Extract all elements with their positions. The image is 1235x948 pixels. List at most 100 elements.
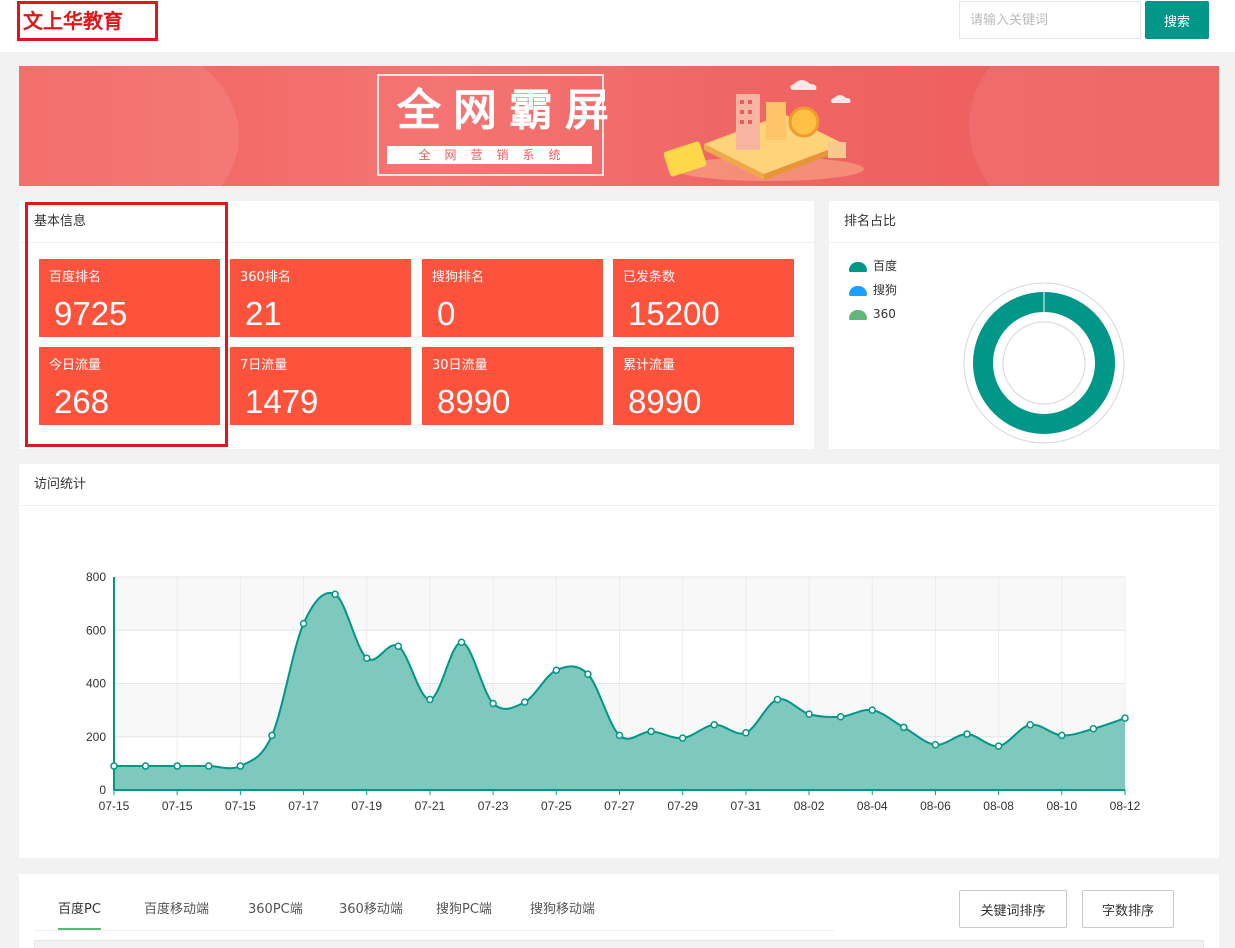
- sort-by-keyword-button[interactable]: 关键词排序: [959, 890, 1067, 928]
- legend-item-sogou[interactable]: 搜狗: [849, 282, 897, 298]
- chart-data-point: [710, 721, 719, 729]
- chart-data-point: [742, 729, 750, 737]
- chart-x-tick-label: 07-29: [667, 799, 698, 813]
- chart-data-point: [331, 590, 339, 599]
- stat-label: 30日流量: [432, 358, 488, 373]
- tab-360-pc[interactable]: 360PC端: [248, 900, 303, 930]
- chart-y-tick-label: 0: [99, 783, 106, 797]
- keyword-table-header: [34, 940, 1204, 948]
- ranking-share-card: 排名占比 百度 搜狗 360: [829, 201, 1219, 449]
- chart-data-point: [236, 762, 245, 770]
- chart-x-tick-label: 08-02: [794, 799, 825, 813]
- chart-x-tick-label: 08-08: [983, 799, 1014, 813]
- chart-data-point: [678, 734, 687, 742]
- chart-data-point: [994, 742, 1003, 750]
- legend-label: 搜狗: [873, 283, 898, 297]
- chart-data-point: [205, 762, 213, 770]
- chart-data-point: [1058, 731, 1066, 740]
- chart-x-tick-label: 07-19: [351, 799, 382, 813]
- highlight-annotation-box: [25, 202, 228, 447]
- tab-underline: [34, 930, 834, 931]
- chart-y-tick-label: 800: [86, 570, 106, 584]
- sort-by-length-button[interactable]: 字数排序: [1082, 890, 1174, 928]
- chart-x-tick-label: 07-23: [478, 799, 509, 813]
- promo-banner: 全网霸屏 全网营销系统: [19, 66, 1219, 186]
- stat-tile-7day-traffic: 7日流量 1479: [230, 347, 411, 425]
- chart-data-point: [141, 762, 150, 770]
- search-input[interactable]: [959, 1, 1141, 39]
- chart-data-point: [615, 731, 624, 740]
- banner-illustration: [663, 80, 864, 181]
- chart-data-point: [426, 695, 434, 704]
- chart-x-tick-label: 08-10: [1046, 799, 1077, 813]
- chart-data-point: [363, 654, 371, 662]
- chart-x-tick-label: 07-31: [731, 799, 762, 813]
- chart-data-point: [805, 710, 813, 718]
- chart-data-point: [900, 723, 908, 732]
- tab-sogou-pc[interactable]: 搜狗PC端: [436, 900, 492, 930]
- stat-value: 15200: [628, 295, 720, 332]
- chart-x-tick-label: 07-15: [99, 799, 130, 813]
- donut-inner-ring: [1002, 321, 1086, 405]
- top-bar: 文上华教育 搜索: [0, 0, 1235, 52]
- chart-data-point: [173, 762, 181, 770]
- tab-baidu-mobile[interactable]: 百度移动端: [144, 900, 209, 930]
- stat-tile-30day-traffic: 30日流量 8990: [422, 347, 603, 425]
- chart-data-point: [836, 713, 845, 721]
- visit-area-chart: 0 200 400 600 800 07-15 07-15 07-15 07-17 07-19 07…: [86, 570, 1141, 813]
- stat-tile-360-rank: 360排名 21: [230, 259, 411, 337]
- chart-data-point: [773, 695, 782, 704]
- search-button[interactable]: 搜索: [1145, 1, 1209, 39]
- ranking-share-title: 排名占比: [829, 201, 1219, 243]
- legend-swatch: [849, 309, 867, 320]
- legend-swatch: [849, 261, 867, 272]
- stat-tile-posts-sent: 已发条数 15200: [613, 259, 794, 337]
- tab-360-mobile[interactable]: 360移动端: [339, 900, 403, 930]
- site-logo[interactable]: 文上华教育: [17, 1, 158, 41]
- chart-data-point: [110, 762, 118, 770]
- chart-data-point: [931, 740, 940, 749]
- chart-data-point: [552, 666, 561, 674]
- stat-value: 1479: [245, 383, 319, 420]
- chart-data-point: [394, 642, 403, 650]
- banner-title-box: 全网霸屏 全网营销系统: [377, 74, 621, 176]
- chart-data-point: [520, 698, 529, 706]
- stat-tile-total-traffic: 累计流量 8990: [613, 347, 794, 425]
- stat-value: 0: [437, 295, 456, 332]
- chart-x-tick-label: 07-17: [288, 799, 319, 813]
- donut-chart: [963, 282, 1125, 444]
- legend-swatch: [849, 285, 867, 296]
- chart-x-tick-label: 08-06: [920, 799, 951, 813]
- chart-x-tick-label: 08-12: [1110, 799, 1141, 813]
- chart-data-point: [457, 638, 466, 646]
- chart-data-point: [1121, 714, 1129, 722]
- chart-data-point: [647, 727, 655, 736]
- chart-x-tick-label: 07-15: [162, 799, 193, 813]
- chart-data-point: [963, 730, 971, 738]
- legend-item-360[interactable]: 360: [849, 306, 896, 322]
- banner-title: 全网霸屏: [397, 85, 621, 136]
- chart-y-tick-label: 400: [86, 677, 106, 691]
- chart-x-tick-label: 07-21: [415, 799, 446, 813]
- legend-label: 百度: [873, 259, 898, 273]
- chart-data-point: [868, 706, 876, 714]
- legend-item-baidu[interactable]: 百度: [849, 258, 897, 274]
- chart-data-point: [584, 670, 592, 678]
- stat-tile-sogou-rank: 搜狗排名 0: [422, 259, 603, 337]
- stat-value: 21: [245, 295, 282, 332]
- tab-baidu-pc[interactable]: 百度PC: [58, 900, 101, 930]
- chart-y-tick-label: 600: [86, 623, 106, 637]
- stat-label: 已发条数: [623, 270, 676, 285]
- chart-data-point: [299, 619, 308, 628]
- chart-data-point: [268, 731, 276, 740]
- donut-slice-baidu[interactable]: [973, 292, 1115, 434]
- chart-x-tick-label: 07-25: [541, 799, 572, 813]
- tab-sogou-mobile[interactable]: 搜狗移动端: [530, 900, 595, 930]
- stat-value: 8990: [628, 383, 702, 420]
- banner-subtitle: 全网营销系统: [387, 146, 592, 164]
- chart-data-point: [489, 699, 497, 708]
- chart-x-tick-label: 08-04: [857, 799, 888, 813]
- banner-decoration: [969, 66, 1219, 186]
- chart-data-point: [1089, 725, 1098, 733]
- visit-stats-card: 访问统计 0 200 400 600 800 07-15 07-15 07-15 07-17 07…: [19, 464, 1219, 858]
